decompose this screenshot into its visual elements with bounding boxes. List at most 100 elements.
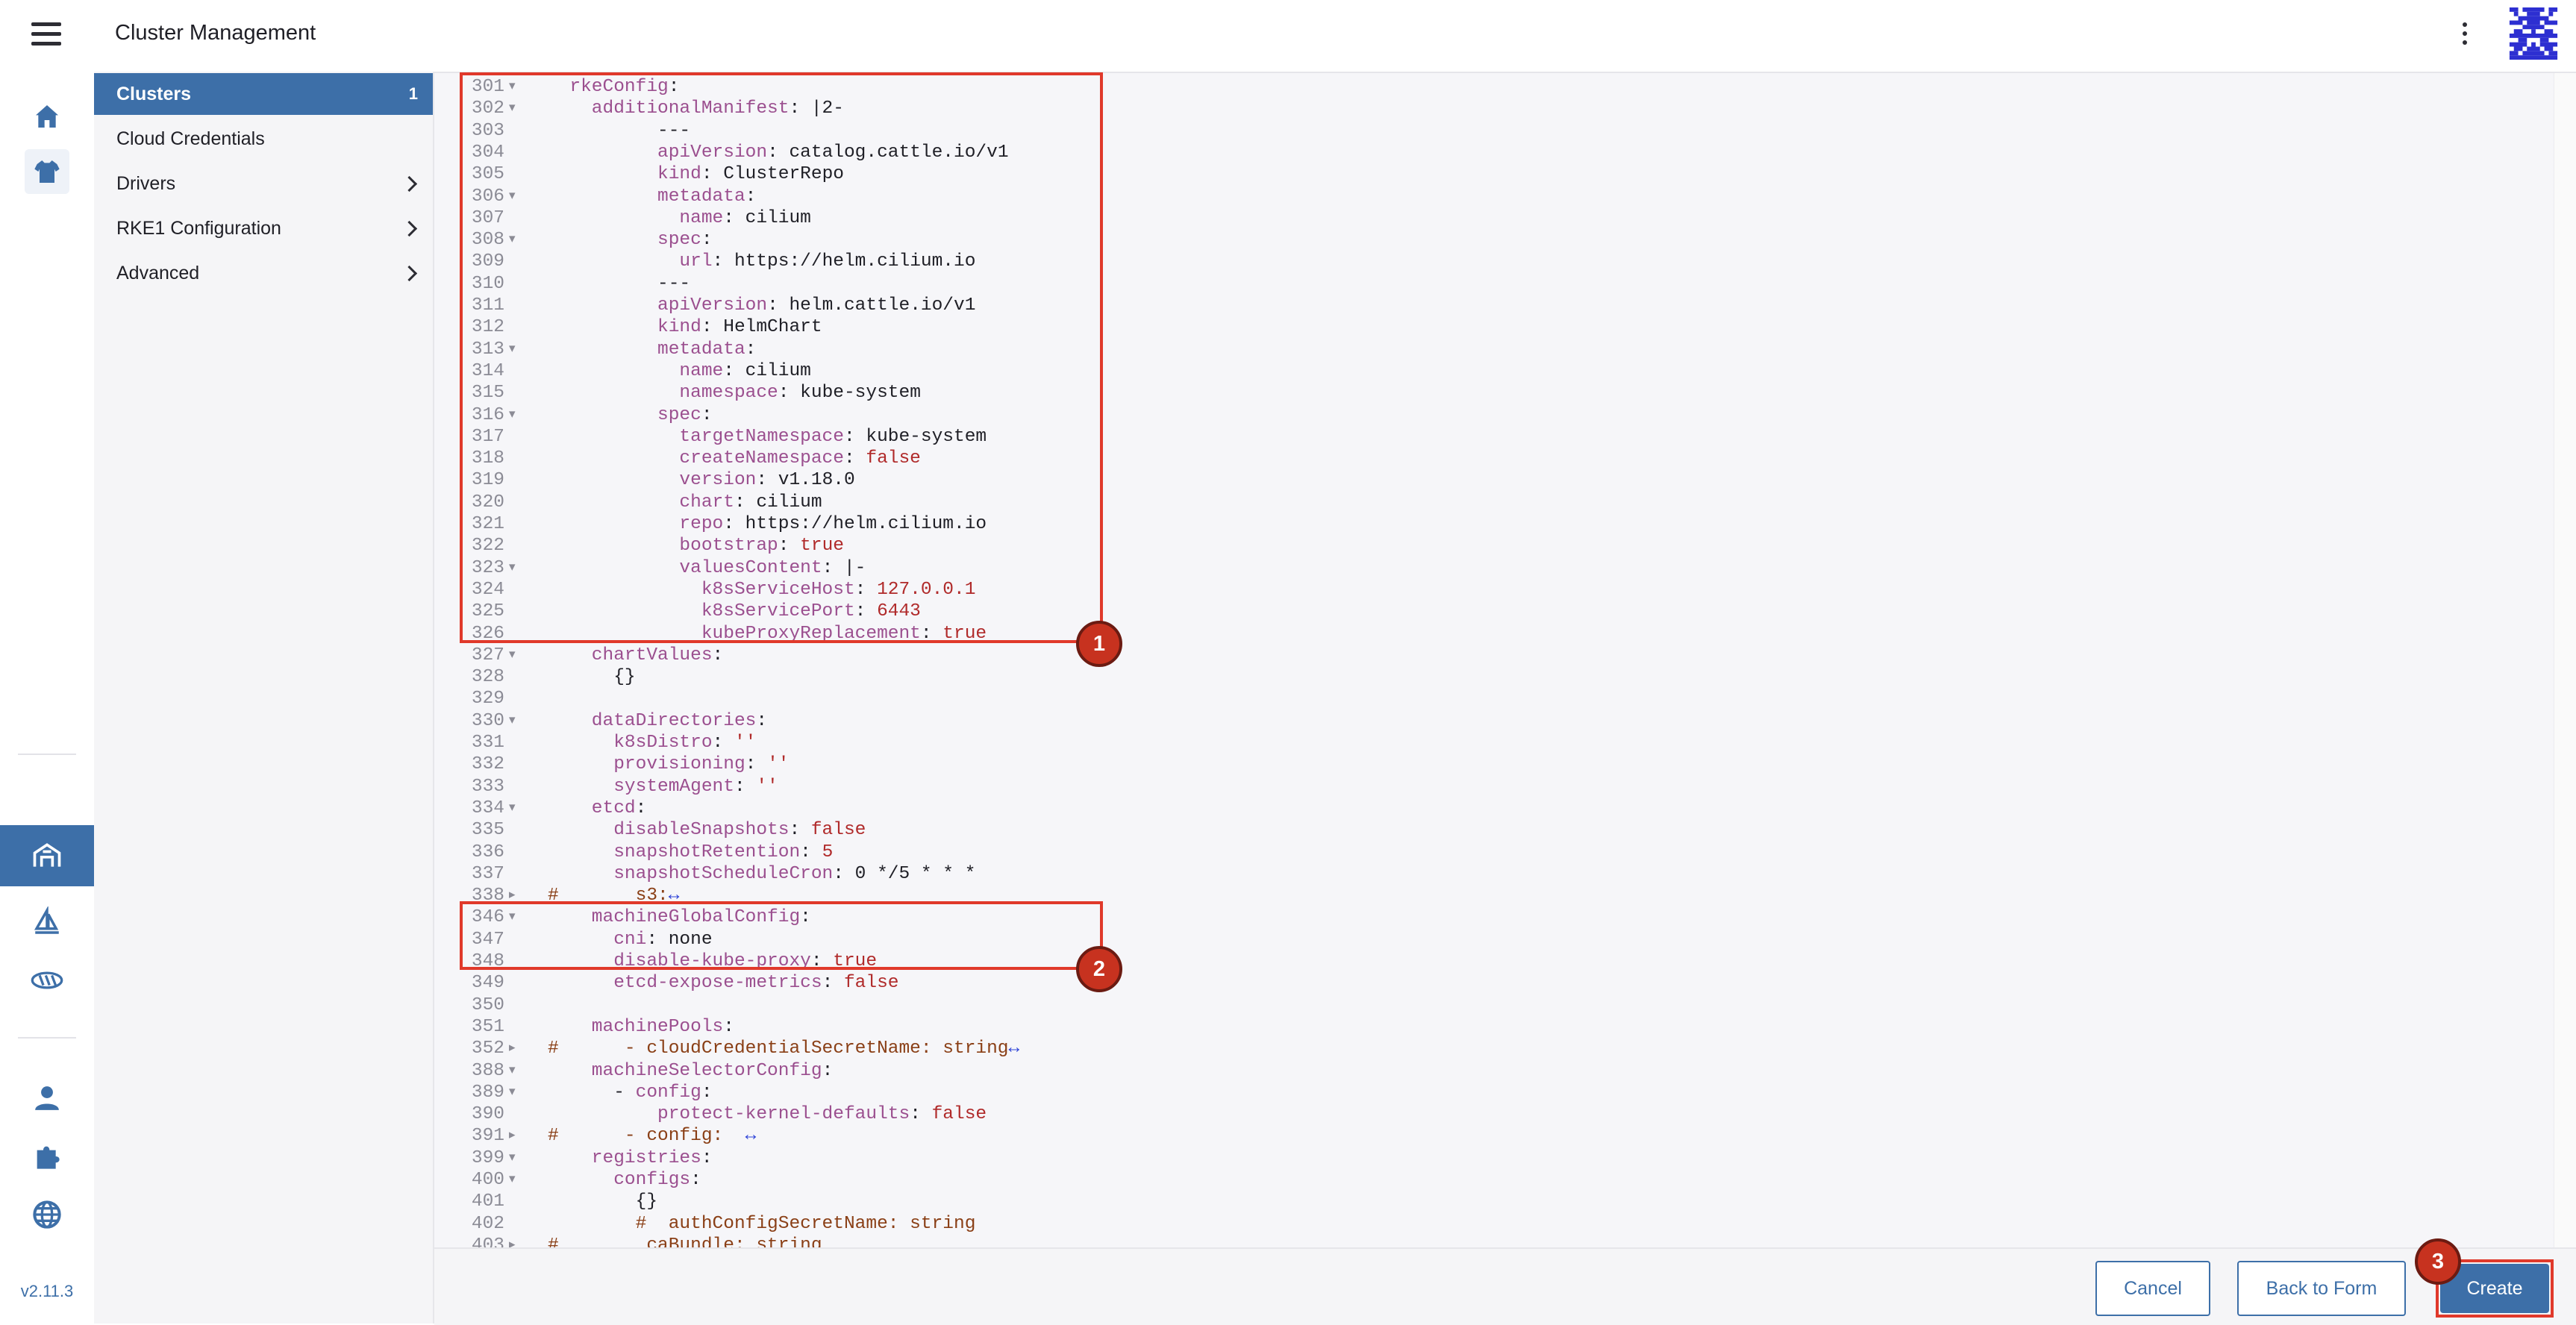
fold-toggle-icon[interactable]: ▸: [509, 1125, 524, 1147]
line-number: 400: [471, 1170, 504, 1190]
line-number: 330: [471, 710, 504, 731]
code-text: # caBundle: string: [548, 1235, 822, 1247]
fleet-icon[interactable]: [25, 958, 69, 1003]
more-options-icon[interactable]: [2460, 22, 2470, 49]
line-number: 403: [471, 1235, 504, 1247]
code-text: {}: [548, 667, 636, 688]
back-to-form-button[interactable]: Back to Form: [2237, 1261, 2406, 1316]
sidebar-item-cloud-credentials[interactable]: Cloud Credentials: [94, 118, 433, 160]
sidebar-item-drivers[interactable]: Drivers: [94, 163, 433, 204]
code-line[interactable]: 391 ▸ # - config: ↔: [434, 1125, 2554, 1147]
highlight-box-machine-global-config: [460, 901, 1103, 970]
line-number: 328: [471, 667, 504, 688]
code-text: protect-kernel-defaults: false: [548, 1104, 987, 1125]
line-number: 402: [471, 1213, 504, 1234]
line-number: 349: [471, 973, 504, 994]
code-text: etcd-expose-metrics: false: [548, 973, 899, 994]
line-number: 390: [471, 1104, 504, 1125]
side-navigation: Clusters 1 Cloud Credentials Drivers RKE…: [94, 72, 434, 1324]
sidebar-item-label: Cloud Credentials: [116, 128, 265, 149]
globe-icon[interactable]: [25, 1192, 69, 1237]
code-line[interactable]: 334 ▾ etcd:: [434, 798, 2554, 819]
line-number: 333: [471, 776, 504, 797]
line-number: 327: [471, 645, 504, 665]
line-number: 331: [471, 733, 504, 753]
code-text: dataDirectories:: [548, 710, 768, 731]
chevron-right-icon: [401, 175, 418, 192]
code-line[interactable]: 349 etcd-expose-metrics: false: [434, 972, 2554, 994]
code-text: systemAgent: '': [548, 776, 778, 797]
fold-toggle-icon[interactable]: ▾: [509, 1147, 524, 1169]
code-line[interactable]: 401 {}: [434, 1191, 2554, 1212]
code-text: - config:: [548, 1082, 713, 1103]
line-number: 329: [471, 689, 504, 710]
clusters-count-badge: 1: [408, 84, 418, 103]
user-avatar-icon[interactable]: [2509, 7, 2558, 60]
rail-divider: [18, 1037, 76, 1039]
code-line[interactable]: 390 protect-kernel-defaults: false: [434, 1103, 2554, 1125]
code-line[interactable]: 329: [434, 688, 2554, 710]
code-line[interactable]: 402 # authConfigSecretName: string: [434, 1213, 2554, 1235]
code-line[interactable]: 331 k8sDistro: '': [434, 732, 2554, 754]
extensions-puzzle-icon[interactable]: [25, 1134, 69, 1179]
code-text: {}: [548, 1191, 658, 1212]
sidebar-item-advanced[interactable]: Advanced: [94, 252, 433, 294]
sailboat-icon[interactable]: [25, 900, 69, 945]
code-line[interactable]: 328 {}: [434, 666, 2554, 688]
step-2-badge: 2: [1076, 946, 1122, 992]
line-number: 334: [471, 798, 504, 818]
code-line[interactable]: 337 snapshotScheduleCron: 0 */5 * * *: [434, 863, 2554, 885]
fold-toggle-icon[interactable]: ▾: [509, 645, 524, 666]
code-line[interactable]: 336 snapshotRetention: 5: [434, 842, 2554, 863]
highlight-box-additional-manifest: [460, 72, 1103, 643]
sidebar-item-clusters[interactable]: Clusters 1: [94, 73, 433, 115]
code-text: snapshotRetention: 5: [548, 842, 834, 862]
code-line[interactable]: 351 machinePools:: [434, 1016, 2554, 1038]
code-line[interactable]: 333 systemAgent: '': [434, 776, 2554, 798]
code-text: machinePools:: [548, 1016, 734, 1037]
sidebar-item-label: Advanced: [116, 262, 200, 284]
cluster-management-icon[interactable]: [0, 825, 94, 886]
line-number: 350: [471, 994, 504, 1015]
code-line[interactable]: 403 ▸ # caBundle: string: [434, 1235, 2554, 1247]
chevron-right-icon: [401, 220, 418, 237]
code-line[interactable]: 389 ▾ - config:: [434, 1082, 2554, 1103]
code-line[interactable]: 335 disableSnapshots: false: [434, 819, 2554, 841]
fold-toggle-icon[interactable]: ▾: [509, 1060, 524, 1082]
code-line[interactable]: 399 ▾ registries:: [434, 1147, 2554, 1169]
code-line[interactable]: 350: [434, 994, 2554, 1016]
cancel-button[interactable]: Cancel: [2095, 1261, 2210, 1316]
page-title: Cluster Management: [115, 21, 316, 45]
code-text: k8sDistro: '': [548, 733, 757, 753]
code-text: machineSelectorConfig:: [548, 1060, 834, 1081]
code-line[interactable]: 400 ▾ configs:: [434, 1169, 2554, 1191]
cluster-shirt-icon[interactable]: [25, 149, 69, 194]
fold-toggle-icon[interactable]: ▾: [509, 1082, 524, 1103]
code-text: disableSnapshots: false: [548, 820, 866, 841]
fold-toggle-icon[interactable]: ▸: [509, 1038, 524, 1059]
code-line[interactable]: 327 ▾ chartValues:: [434, 645, 2554, 666]
home-icon[interactable]: [25, 94, 69, 139]
version-label[interactable]: v2.11.3: [0, 1282, 94, 1301]
fold-toggle-icon[interactable]: ▾: [509, 1169, 524, 1191]
user-icon[interactable]: [25, 1076, 69, 1121]
code-line[interactable]: 388 ▾ machineSelectorConfig:: [434, 1060, 2554, 1082]
app-rail: v2.11.3: [0, 72, 96, 1324]
line-number: 351: [471, 1016, 504, 1037]
line-number: 336: [471, 842, 504, 862]
step-1-badge: 1: [1076, 621, 1122, 667]
line-number: 401: [471, 1191, 504, 1212]
code-line[interactable]: 330 ▾ dataDirectories:: [434, 710, 2554, 732]
fold-toggle-icon[interactable]: ▾: [509, 798, 524, 819]
line-number: 389: [471, 1082, 504, 1103]
code-line[interactable]: 332 provisioning: '': [434, 754, 2554, 775]
fold-toggle-icon[interactable]: ▾: [509, 710, 524, 732]
line-number: 399: [471, 1147, 504, 1168]
line-number: 352: [471, 1039, 504, 1059]
hamburger-menu-icon[interactable]: [31, 22, 61, 49]
code-text: # - cloudCredentialSecretName: string↔: [548, 1039, 1020, 1059]
code-line[interactable]: 352 ▸ # - cloudCredentialSecretName: strin…: [434, 1038, 2554, 1059]
editor-scrollbar[interactable]: [2554, 73, 2576, 1247]
fold-toggle-icon[interactable]: ▸: [509, 1235, 524, 1247]
sidebar-item-rke1-configuration[interactable]: RKE1 Configuration: [94, 207, 433, 249]
